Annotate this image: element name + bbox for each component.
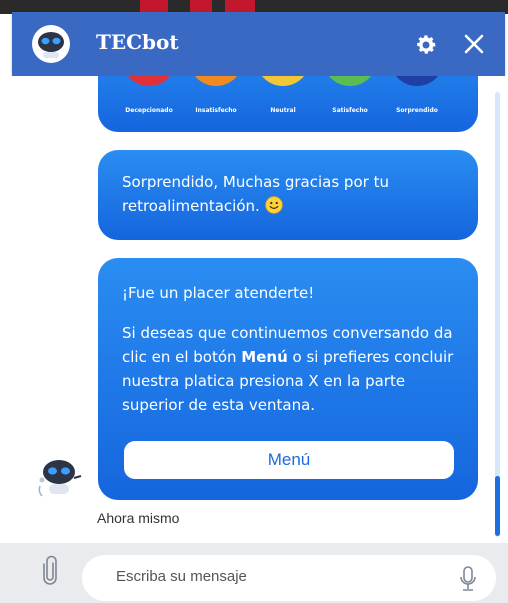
- message-timestamp: Ahora mismo: [97, 510, 180, 526]
- gear-icon[interactable]: [414, 33, 438, 57]
- bot-message-thanks: Sorprendido, Muchas gracias por tu retro…: [98, 150, 478, 240]
- rating-option-sorprendido[interactable]: [390, 76, 444, 86]
- chat-title: TECbot: [96, 30, 179, 54]
- rating-option-label: Insatisfecho: [195, 107, 237, 114]
- bot-avatar-icon: [32, 25, 70, 63]
- rating-bubble: Decepcionado Insatisfecho Neutral Satisfech…: [98, 76, 478, 132]
- smiley-icon: [264, 196, 283, 214]
- message-input[interactable]: [114, 567, 438, 586]
- rating-option-label: Decepcionado: [125, 107, 173, 114]
- bot-message-farewell: ¡Fue un placer atenderte! Si deseas que …: [98, 258, 478, 500]
- rating-option-neutral[interactable]: [256, 76, 310, 86]
- chat-header: TECbot: [12, 12, 505, 76]
- scrollbar-track[interactable]: [495, 92, 500, 537]
- scrollbar-thumb[interactable]: [495, 476, 500, 536]
- rating-option-decepcionado[interactable]: [122, 76, 176, 86]
- rating-option-label: Neutral: [270, 107, 296, 114]
- close-icon[interactable]: [461, 31, 487, 57]
- farewell-title: ¡Fue un placer atenderte!: [122, 284, 315, 302]
- rating-option-insatisfecho[interactable]: [189, 76, 243, 86]
- message-text: Sorprendido, Muchas gracias por tu retro…: [122, 173, 389, 215]
- bot-avatar-icon: [38, 460, 82, 497]
- paperclip-icon[interactable]: [40, 555, 60, 587]
- menu-keyword: Menú: [241, 348, 288, 366]
- rating-option-label: Sorprendido: [396, 107, 438, 114]
- farewell-body: Si deseas que continuemos conversando da…: [122, 324, 454, 414]
- microphone-icon[interactable]: [458, 565, 478, 593]
- rating-option-label: Satisfecho: [332, 107, 368, 114]
- message-field[interactable]: [82, 555, 496, 601]
- menu-button[interactable]: Menú: [124, 441, 454, 479]
- message-input-bar: [0, 543, 508, 603]
- rating-options: Decepcionado Insatisfecho Neutral Satisfech…: [122, 76, 453, 114]
- rating-option-satisfecho[interactable]: [323, 76, 377, 86]
